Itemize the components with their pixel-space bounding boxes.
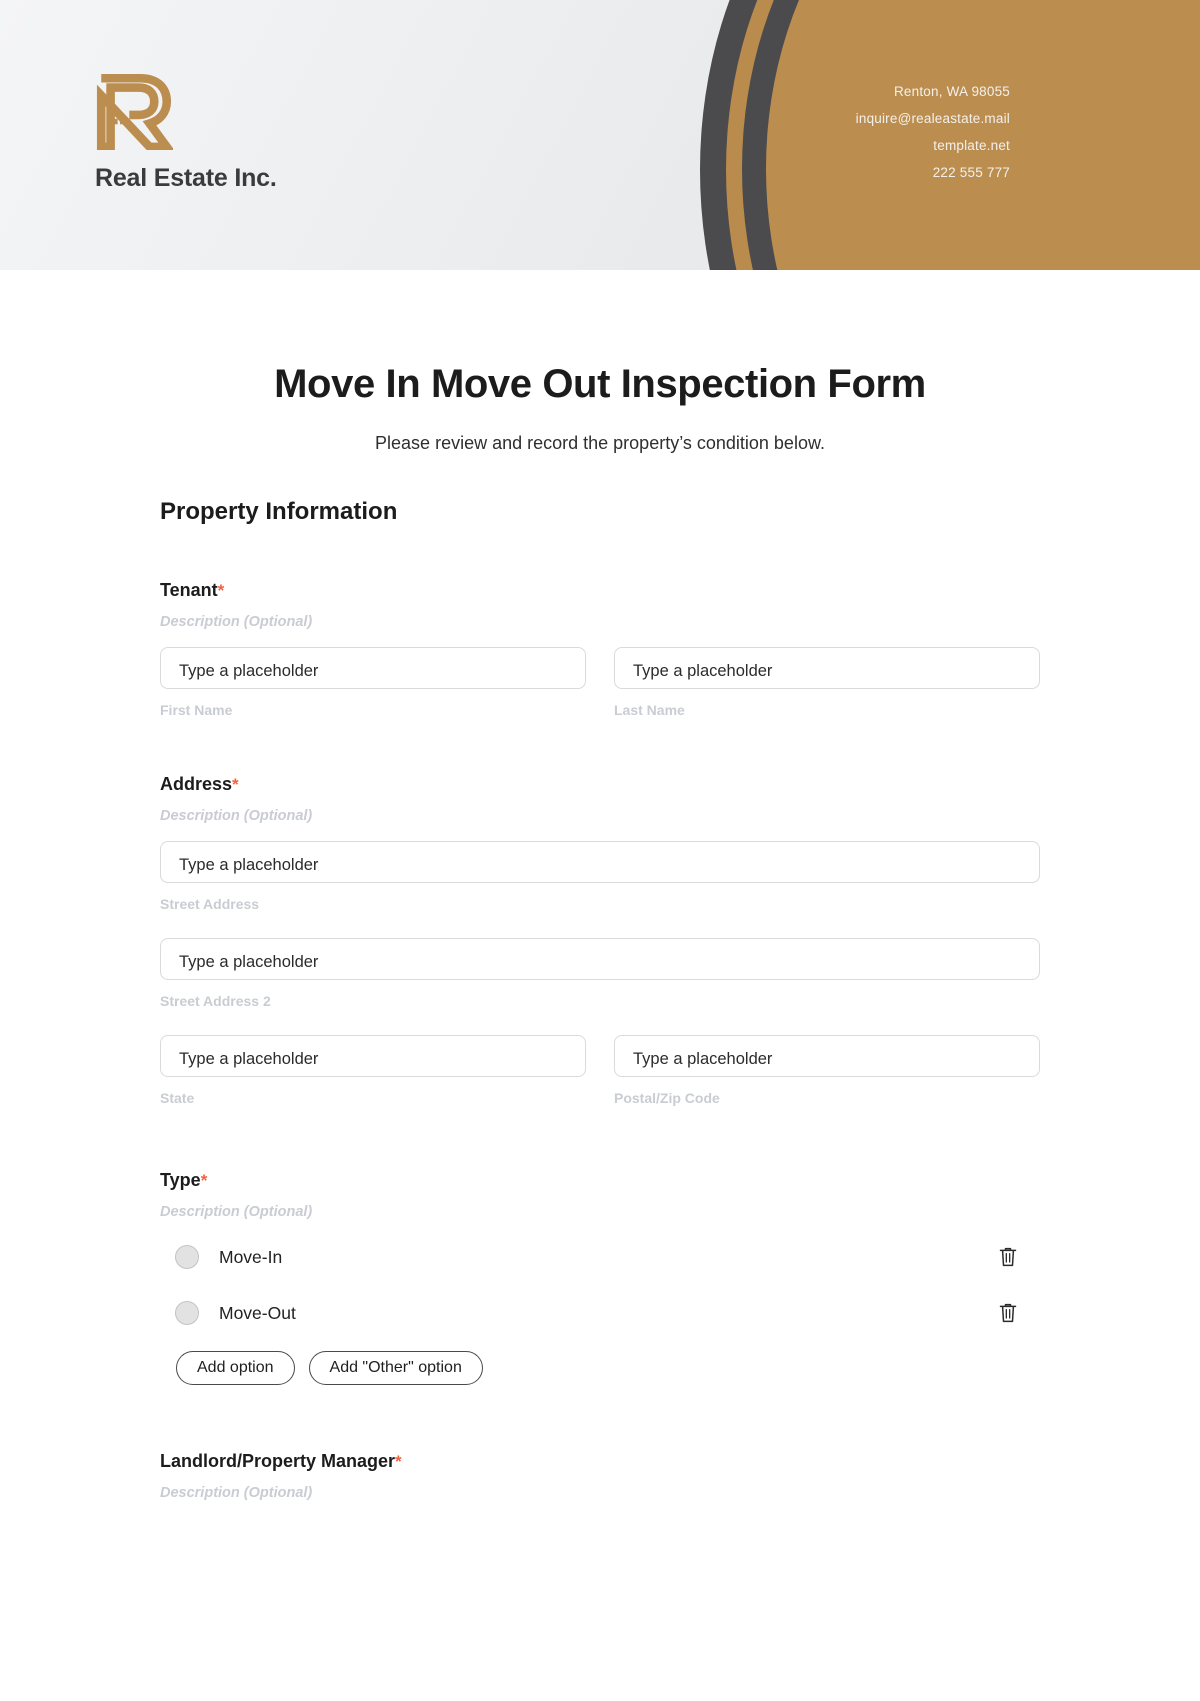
option-label-move-out: Move-Out bbox=[219, 1302, 296, 1323]
field-landlord-property-manager: Landlord/Property Manager* Description (… bbox=[160, 1451, 1040, 1503]
state-zip-row: Type a placeholder State Type a placehol… bbox=[160, 1035, 1040, 1106]
field-label-text: Tenant bbox=[160, 580, 218, 600]
contact-email: inquire@realeastate.mail bbox=[855, 111, 1010, 126]
field-label-address: Address* bbox=[160, 774, 1040, 795]
sub-label-last-name: Last Name bbox=[614, 702, 685, 718]
field-label-tenant: Tenant* bbox=[160, 580, 1040, 601]
contact-address: Renton, WA 98055 bbox=[893, 84, 1010, 99]
add-other-option-button[interactable]: Add "Other" option bbox=[308, 1351, 483, 1385]
brand-logo: Real Estate Inc. bbox=[95, 72, 277, 193]
field-label-type: Type* bbox=[160, 1170, 1040, 1191]
field-label-text: Landlord/Property Manager bbox=[160, 1451, 396, 1471]
tenant-name-row: Type a placeholder First Name Type a pla… bbox=[160, 647, 1040, 718]
sub-label-street-address: Street Address bbox=[160, 896, 260, 912]
field-label-landlord-property-manager: Landlord/Property Manager* bbox=[160, 1451, 1040, 1472]
sub-label-first-name: First Name bbox=[160, 702, 233, 718]
field-address: Address* Description (Optional) Type a p… bbox=[160, 774, 1040, 1106]
first-name-input[interactable]: Type a placeholder bbox=[160, 647, 586, 689]
street-address-2-column: Type a placeholder Street Address 2 bbox=[160, 938, 1040, 1009]
header-contact-info: Renton, WA 98055 inquire@realeastate.mai… bbox=[856, 78, 1010, 186]
contact-phone: 222 555 777 bbox=[932, 165, 1010, 180]
postal-zip-column: Type a placeholder Postal/Zip Code bbox=[614, 1035, 1040, 1106]
first-name-input-value: Type a placeholder bbox=[179, 661, 319, 680]
postal-zip-input[interactable]: Type a placeholder bbox=[614, 1035, 1040, 1077]
option-label-move-in: Move-In bbox=[219, 1246, 283, 1267]
page-subtitle: Please review and record the property’s … bbox=[375, 433, 825, 453]
sub-label-postal-zip: Postal/Zip Code bbox=[614, 1090, 720, 1106]
contact-website: template.net bbox=[933, 138, 1010, 153]
street-address-input-value: Type a placeholder bbox=[179, 855, 319, 874]
state-input[interactable]: Type a placeholder bbox=[160, 1035, 586, 1077]
stylized-r-house-logo-icon bbox=[96, 73, 173, 150]
required-asterisk: * bbox=[200, 1171, 208, 1190]
field-description-landlord-property-manager: Description (Optional) bbox=[160, 1485, 313, 1501]
required-asterisk: * bbox=[232, 775, 239, 794]
field-type: Type* Description (Optional) Move-In Mov… bbox=[160, 1170, 1040, 1385]
field-description-address: Description (Optional) bbox=[160, 808, 313, 824]
street-address-input[interactable]: Type a placeholder bbox=[160, 841, 1040, 883]
state-column: Type a placeholder State bbox=[160, 1035, 586, 1106]
form-content: Property Information Tenant* Description… bbox=[160, 454, 1040, 1503]
add-option-button[interactable]: Add option bbox=[176, 1351, 295, 1385]
form-sheet: Move In Move Out Inspection Form Please … bbox=[0, 362, 1200, 1503]
trash-icon[interactable] bbox=[998, 1246, 1018, 1268]
section-heading-property-information: Property Information bbox=[160, 498, 398, 525]
required-asterisk: * bbox=[217, 581, 225, 600]
street-address-row: Type a placeholder Street Address bbox=[160, 841, 1040, 912]
page-header: Real Estate Inc. Renton, WA 98055 inquir… bbox=[0, 0, 1200, 270]
last-name-input-value: Type a placeholder bbox=[633, 661, 773, 680]
sub-label-state: State bbox=[160, 1090, 195, 1106]
option-row-move-in[interactable]: Move-In bbox=[175, 1237, 1040, 1277]
sub-label-street-address-2: Street Address 2 bbox=[160, 993, 271, 1009]
street-address-column: Type a placeholder Street Address bbox=[160, 841, 1040, 912]
field-label-text: Type bbox=[160, 1170, 201, 1190]
last-name-input[interactable]: Type a placeholder bbox=[614, 647, 1040, 689]
radio-move-in[interactable] bbox=[175, 1245, 199, 1269]
field-description-tenant: Description (Optional) bbox=[160, 614, 313, 630]
street-address-2-row: Type a placeholder Street Address 2 bbox=[160, 938, 1040, 1009]
trash-icon[interactable] bbox=[998, 1302, 1018, 1324]
state-input-value: Type a placeholder bbox=[179, 1049, 319, 1068]
field-description-clip: Description (Optional) bbox=[160, 1485, 1040, 1503]
required-asterisk: * bbox=[395, 1452, 402, 1471]
field-description-type: Description (Optional) bbox=[160, 1204, 313, 1220]
postal-zip-input-value: Type a placeholder bbox=[633, 1049, 773, 1068]
brand-name: Real Estate Inc. bbox=[95, 164, 277, 192]
street-address-2-input-value: Type a placeholder bbox=[179, 952, 319, 971]
radio-move-out[interactable] bbox=[175, 1301, 199, 1325]
field-tenant: Tenant* Description (Optional) Type a pl… bbox=[160, 580, 1040, 718]
option-row-move-out[interactable]: Move-Out bbox=[175, 1293, 1040, 1333]
tenant-first-name-column: Type a placeholder First Name bbox=[160, 647, 586, 718]
street-address-2-input[interactable]: Type a placeholder bbox=[160, 938, 1040, 980]
option-action-buttons: Add option Add "Other" option bbox=[176, 1351, 1040, 1385]
field-label-text: Address bbox=[160, 774, 233, 794]
tenant-last-name-column: Type a placeholder Last Name bbox=[614, 647, 1040, 718]
page-title: Move In Move Out Inspection Form bbox=[274, 362, 926, 406]
